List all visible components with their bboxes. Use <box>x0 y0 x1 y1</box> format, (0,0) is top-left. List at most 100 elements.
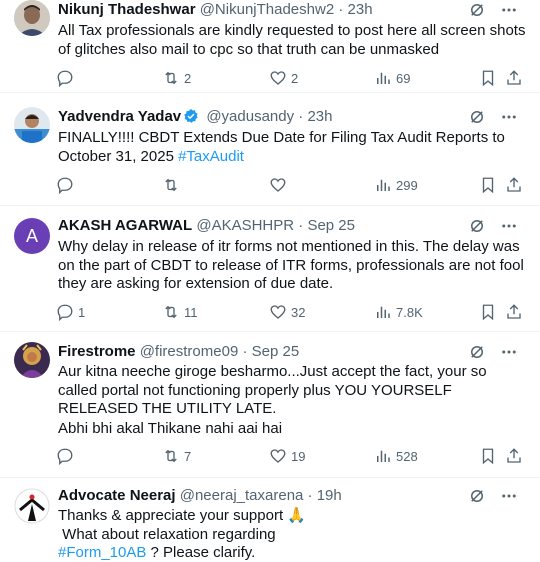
bookmark-icon <box>482 177 494 194</box>
views-count: 7.8K <box>396 304 423 320</box>
author-handle[interactable]: @neeraj_taxarena <box>180 487 304 504</box>
reply-button[interactable] <box>56 175 78 195</box>
share-button[interactable] <box>505 302 523 322</box>
like-count: 19 <box>291 448 306 464</box>
bookmark-button[interactable] <box>479 68 497 88</box>
tweet-text: Thanks & appreciate your support 🙏 What … <box>58 507 306 561</box>
tweet-header: Firestrome @firestrome09 · Sep 25 <box>58 342 299 362</box>
reply-icon <box>57 304 73 321</box>
views-button[interactable]: 528 <box>374 446 418 466</box>
author-name[interactable]: Nikunj Thadeshwar <box>58 1 196 18</box>
views-count: 299 <box>396 177 418 193</box>
avatar-logo-icon <box>14 488 50 524</box>
verified-badge-icon[interactable] <box>183 108 199 124</box>
like-icon <box>270 305 286 319</box>
more-icon[interactable] <box>500 1 518 19</box>
grok-icon[interactable] <box>468 1 486 19</box>
share-button[interactable] <box>505 175 523 195</box>
retweet-button[interactable] <box>162 175 184 195</box>
share-icon <box>507 304 521 319</box>
timestamp[interactable]: Sep 25 <box>252 343 300 360</box>
author-handle[interactable]: @AKASHHPR <box>196 217 294 234</box>
avatar-letter: A <box>25 225 38 246</box>
like-icon <box>270 449 286 463</box>
bookmark-button[interactable] <box>479 446 497 466</box>
more-icon[interactable] <box>500 108 518 126</box>
bookmark-button[interactable] <box>479 175 497 195</box>
like-button[interactable]: 19 <box>269 446 305 466</box>
author-name[interactable]: Advocate Neeraj <box>58 487 176 504</box>
views-button[interactable]: 69 <box>374 68 410 88</box>
tweet[interactable]: Yadvendra Yadav @yadusandy · 23h FINALLY… <box>0 93 540 206</box>
reply-button[interactable]: 1 <box>56 302 85 322</box>
avatar[interactable] <box>14 342 50 378</box>
more-icon[interactable] <box>500 343 518 361</box>
grok-icon[interactable] <box>468 108 486 126</box>
reply-icon <box>57 448 73 465</box>
separator: · <box>242 343 248 360</box>
tweet-text: All Tax professionals are kindly request… <box>58 22 530 58</box>
timestamp[interactable]: 23h <box>348 1 373 18</box>
tweet-header-icons <box>468 342 518 362</box>
views-count: 528 <box>396 448 418 464</box>
bookmark-button[interactable] <box>479 302 497 322</box>
tweet-header: Nikunj Thadeshwar @NikunjThadeshw2 · 23h <box>58 0 373 20</box>
avatar[interactable]: A <box>14 218 50 254</box>
views-icon <box>377 306 390 318</box>
like-button[interactable]: 32 <box>269 302 305 322</box>
share-button[interactable] <box>505 446 523 466</box>
grok-icon[interactable] <box>468 487 486 505</box>
like-count: 2 <box>291 70 299 86</box>
tweet[interactable]: Firestrome @firestrome09 · Sep 25 Aur ki… <box>0 332 540 478</box>
views-icon <box>377 72 390 84</box>
tweet-actions: 299 <box>56 175 526 195</box>
tweet[interactable]: Nikunj Thadeshwar @NikunjThadeshw2 · 23h… <box>0 0 540 93</box>
reply-count: 1 <box>78 304 86 320</box>
views-button[interactable]: 7.8K <box>374 302 423 322</box>
retweet-button[interactable]: 11 <box>162 302 198 322</box>
reply-button[interactable] <box>56 446 78 466</box>
more-icon[interactable] <box>500 487 518 505</box>
views-icon <box>377 179 390 191</box>
author-handle[interactable]: @firestrome09 <box>140 343 239 360</box>
retweet-icon <box>165 71 177 85</box>
author-name[interactable]: AKASH AGARWAL <box>58 217 192 234</box>
separator: · <box>338 1 344 18</box>
avatar[interactable] <box>14 0 50 36</box>
hashtag-link[interactable]: #TaxAudit <box>178 148 244 165</box>
retweet-button[interactable]: 7 <box>162 446 191 466</box>
tweet[interactable]: Advocate Neeraj @neeraj_taxarena · 19h T… <box>0 478 540 562</box>
tweet-header: AKASH AGARWAL @AKASHHPR · Sep 25 <box>58 216 355 236</box>
author-name[interactable]: Firestrome <box>58 343 136 360</box>
grok-icon[interactable] <box>468 343 486 361</box>
hashtag-link[interactable]: #Form_10AB <box>58 544 146 561</box>
retweet-button[interactable]: 2 <box>162 68 191 88</box>
share-button[interactable] <box>505 68 523 88</box>
timestamp[interactable]: Sep 25 <box>307 217 355 234</box>
tweet-header-icons <box>468 216 518 236</box>
avatar[interactable] <box>14 488 50 524</box>
avatar-photo-icon <box>14 107 50 143</box>
retweet-count: 11 <box>184 304 198 320</box>
like-button[interactable] <box>269 175 291 195</box>
avatar[interactable] <box>14 107 50 143</box>
timestamp[interactable]: 23h <box>307 108 332 125</box>
retweet-icon <box>165 305 177 319</box>
retweet-count: 2 <box>184 70 192 86</box>
grok-icon[interactable] <box>468 217 486 235</box>
tweet-header: Advocate Neeraj @neeraj_taxarena · 19h <box>58 486 342 506</box>
more-icon[interactable] <box>500 217 518 235</box>
retweet-icon <box>165 178 177 192</box>
like-button[interactable]: 2 <box>269 68 298 88</box>
author-handle[interactable]: @NikunjThadeshw2 <box>200 1 334 18</box>
avatar-photo-icon <box>14 0 50 36</box>
tweet-header-icons <box>468 107 518 127</box>
author-name[interactable]: Yadvendra Yadav <box>58 108 181 125</box>
tweet-text: Aur kitna neeche giroge besharmo...Just … <box>58 363 491 437</box>
views-button[interactable]: 299 <box>374 175 418 195</box>
tweet-header-icons <box>468 486 518 506</box>
author-handle[interactable]: @yadusandy <box>206 108 294 125</box>
timestamp[interactable]: 19h <box>317 487 342 504</box>
reply-button[interactable] <box>56 68 78 88</box>
tweet[interactable]: A AKASH AGARWAL @AKASHHPR · Sep 25 Why d… <box>0 206 540 332</box>
